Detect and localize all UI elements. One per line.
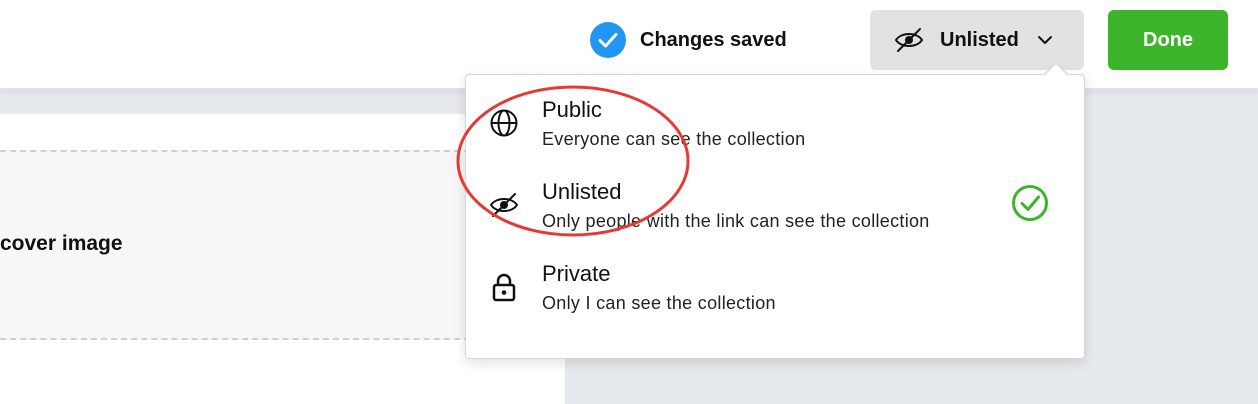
visibility-option-private[interactable]: Private Only I can see the collection xyxy=(466,251,1084,331)
dropdown-caret-fill xyxy=(1044,64,1068,76)
visibility-menu: Public Everyone can see the collection U… xyxy=(465,74,1085,359)
option-title: Public xyxy=(542,97,602,122)
save-status: Changes saved xyxy=(590,22,787,58)
option-description: Everyone can see the collection xyxy=(542,129,806,149)
visibility-dropdown-button[interactable]: Unlisted xyxy=(870,10,1084,70)
eye-slash-icon xyxy=(894,28,924,52)
done-button[interactable]: Done xyxy=(1108,10,1228,70)
check-circle-icon xyxy=(590,22,626,58)
option-description: Only people with the link can see the co… xyxy=(542,211,930,231)
visibility-button-label: Unlisted xyxy=(940,28,1019,51)
selected-check-icon xyxy=(1012,185,1048,221)
globe-icon xyxy=(488,107,520,139)
visibility-option-unlisted[interactable]: Unlisted Only people with the link can s… xyxy=(466,169,1084,249)
eye-slash-icon xyxy=(488,189,520,221)
chevron-down-icon xyxy=(1037,36,1052,44)
collection-card-footer xyxy=(0,380,565,404)
save-status-text: Changes saved xyxy=(640,28,787,51)
option-title: Unlisted xyxy=(542,179,622,204)
lock-icon xyxy=(488,271,520,303)
option-description: Only I can see the collection xyxy=(542,293,776,313)
visibility-option-public[interactable]: Public Everyone can see the collection xyxy=(466,87,1084,167)
option-title: Private xyxy=(542,261,611,286)
cover-image-label: cover image xyxy=(0,232,123,255)
